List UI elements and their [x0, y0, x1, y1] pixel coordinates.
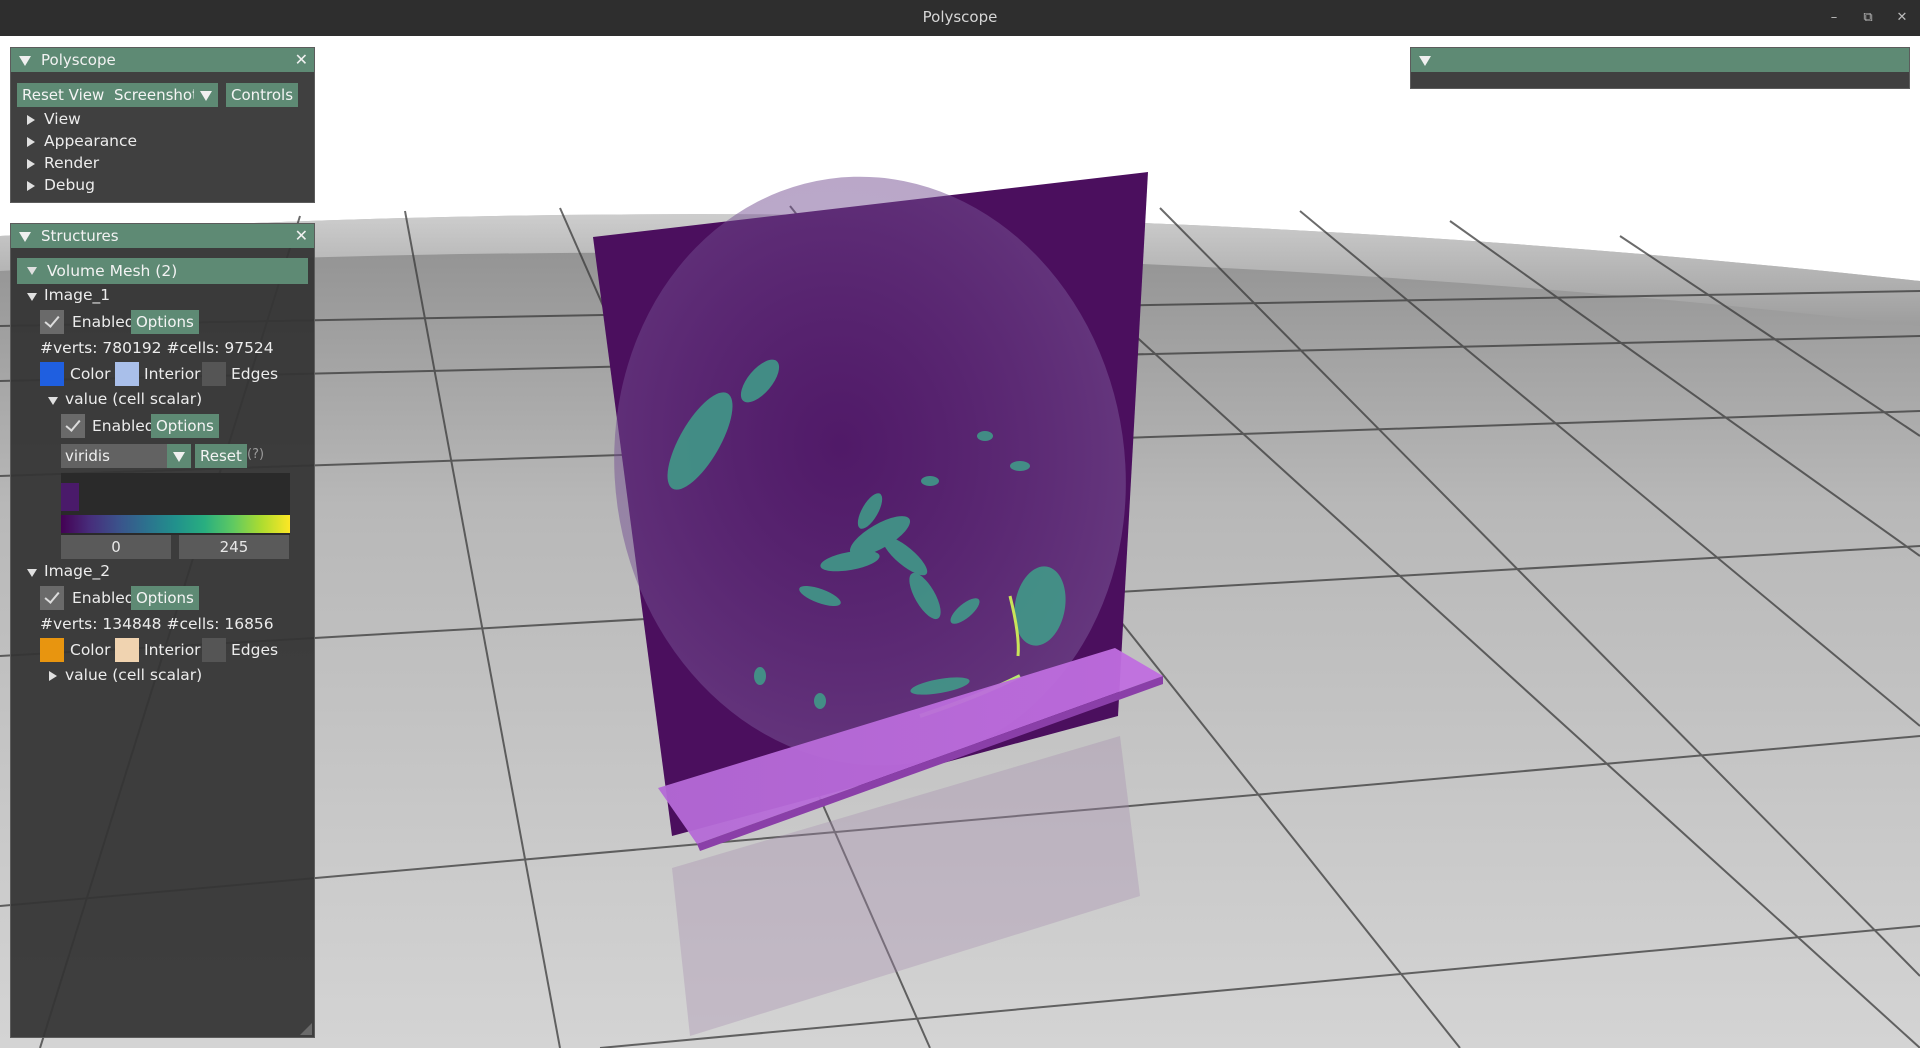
- menu-render[interactable]: Render: [44, 154, 99, 172]
- collapse-icon[interactable]: [1419, 56, 1431, 66]
- polyscope-panel: Polyscope ✕ Reset View Screenshot Contro…: [10, 47, 315, 203]
- interior-label: Interior: [144, 365, 201, 383]
- menu-appearance[interactable]: Appearance: [44, 132, 137, 150]
- histogram-area: [61, 473, 290, 516]
- interior-swatch[interactable]: [115, 638, 139, 662]
- tree-arrow-icon[interactable]: [27, 293, 37, 301]
- colormap-bar: [61, 515, 290, 533]
- tree-arrow-icon[interactable]: [27, 137, 35, 147]
- color-label: Color: [70, 365, 111, 383]
- enabled-label: Enabled: [72, 589, 135, 607]
- reset-range-button[interactable]: Reset: [195, 444, 247, 468]
- enabled-checkbox[interactable]: [40, 310, 64, 334]
- color-swatch[interactable]: [40, 362, 64, 386]
- polyscope-panel-title[interactable]: Polyscope ✕: [11, 48, 314, 72]
- minimize-icon[interactable]: –: [1820, 0, 1848, 36]
- collapse-icon[interactable]: [19, 232, 31, 242]
- enabled-label: Enabled: [72, 313, 135, 331]
- window-titlebar: Polyscope – ⧉ ✕: [0, 0, 1920, 36]
- edges-swatch[interactable]: [202, 638, 226, 662]
- tree-arrow-icon[interactable]: [27, 115, 35, 125]
- close-icon[interactable]: ✕: [295, 48, 308, 72]
- structures-panel: Structures ✕ Volume Mesh (2) Image_1 Ena…: [10, 223, 315, 1038]
- color-swatch[interactable]: [40, 638, 64, 662]
- range-min-field[interactable]: 0: [61, 535, 171, 559]
- interior-swatch[interactable]: [115, 362, 139, 386]
- panel-title: Structures: [41, 227, 119, 245]
- collapse-icon[interactable]: [19, 56, 31, 66]
- edges-label: Edges: [231, 641, 279, 659]
- structure-name-image-1[interactable]: Image_1: [44, 286, 110, 304]
- group-header-label: Volume Mesh (2): [47, 262, 178, 280]
- close-icon[interactable]: ✕: [1888, 0, 1916, 36]
- close-icon[interactable]: ✕: [295, 224, 308, 248]
- quantity-enabled-checkbox[interactable]: [61, 414, 85, 438]
- interior-label: Interior: [144, 641, 201, 659]
- reset-view-button[interactable]: Reset View: [17, 83, 110, 107]
- volume-mesh-header[interactable]: Volume Mesh (2): [17, 258, 308, 284]
- window-title: Polyscope: [922, 8, 998, 26]
- quantity-name[interactable]: value (cell scalar): [65, 390, 202, 408]
- enabled-checkbox[interactable]: [40, 586, 64, 610]
- controls-button[interactable]: Controls: [226, 83, 299, 107]
- quantity-name[interactable]: value (cell scalar): [65, 666, 202, 684]
- menu-view[interactable]: View: [44, 110, 81, 128]
- quantity-enabled-label: Enabled: [92, 417, 155, 435]
- mesh-stats: #verts: 134848 #cells: 16856: [40, 615, 274, 633]
- structure-name-image-2[interactable]: Image_2: [44, 562, 110, 580]
- edges-label: Edges: [231, 365, 279, 383]
- histogram[interactable]: [61, 473, 290, 535]
- tree-arrow-icon[interactable]: [27, 569, 37, 577]
- structures-panel-title[interactable]: Structures ✕: [11, 224, 314, 248]
- maximize-icon[interactable]: ⧉: [1854, 0, 1882, 36]
- tree-arrow-icon[interactable]: [27, 267, 37, 275]
- colormap-dropdown-icon[interactable]: [167, 444, 191, 468]
- tree-arrow-icon[interactable]: [48, 397, 58, 405]
- tree-arrow-icon[interactable]: [49, 671, 57, 681]
- help-marker[interactable]: (?): [247, 447, 264, 462]
- options-button[interactable]: Options: [131, 310, 199, 334]
- range-max-field[interactable]: 245: [179, 535, 289, 559]
- menu-debug[interactable]: Debug: [44, 176, 95, 194]
- tree-arrow-icon[interactable]: [27, 159, 35, 169]
- colormap-value: viridis: [65, 447, 110, 465]
- options-button[interactable]: Options: [131, 586, 199, 610]
- edges-swatch[interactable]: [202, 362, 226, 386]
- screenshot-options-arrow-icon[interactable]: [194, 83, 218, 107]
- screenshot-button[interactable]: Screenshot: [109, 83, 203, 107]
- tree-arrow-icon[interactable]: [27, 181, 35, 191]
- selection-panel-title[interactable]: [1411, 48, 1909, 72]
- panel-title: Polyscope: [41, 51, 116, 69]
- quantity-options-button[interactable]: Options: [151, 414, 219, 438]
- mesh-stats: #verts: 780192 #cells: 97524: [40, 339, 274, 357]
- resize-grip-icon[interactable]: [300, 1023, 312, 1035]
- selection-panel: [1410, 47, 1910, 89]
- color-label: Color: [70, 641, 111, 659]
